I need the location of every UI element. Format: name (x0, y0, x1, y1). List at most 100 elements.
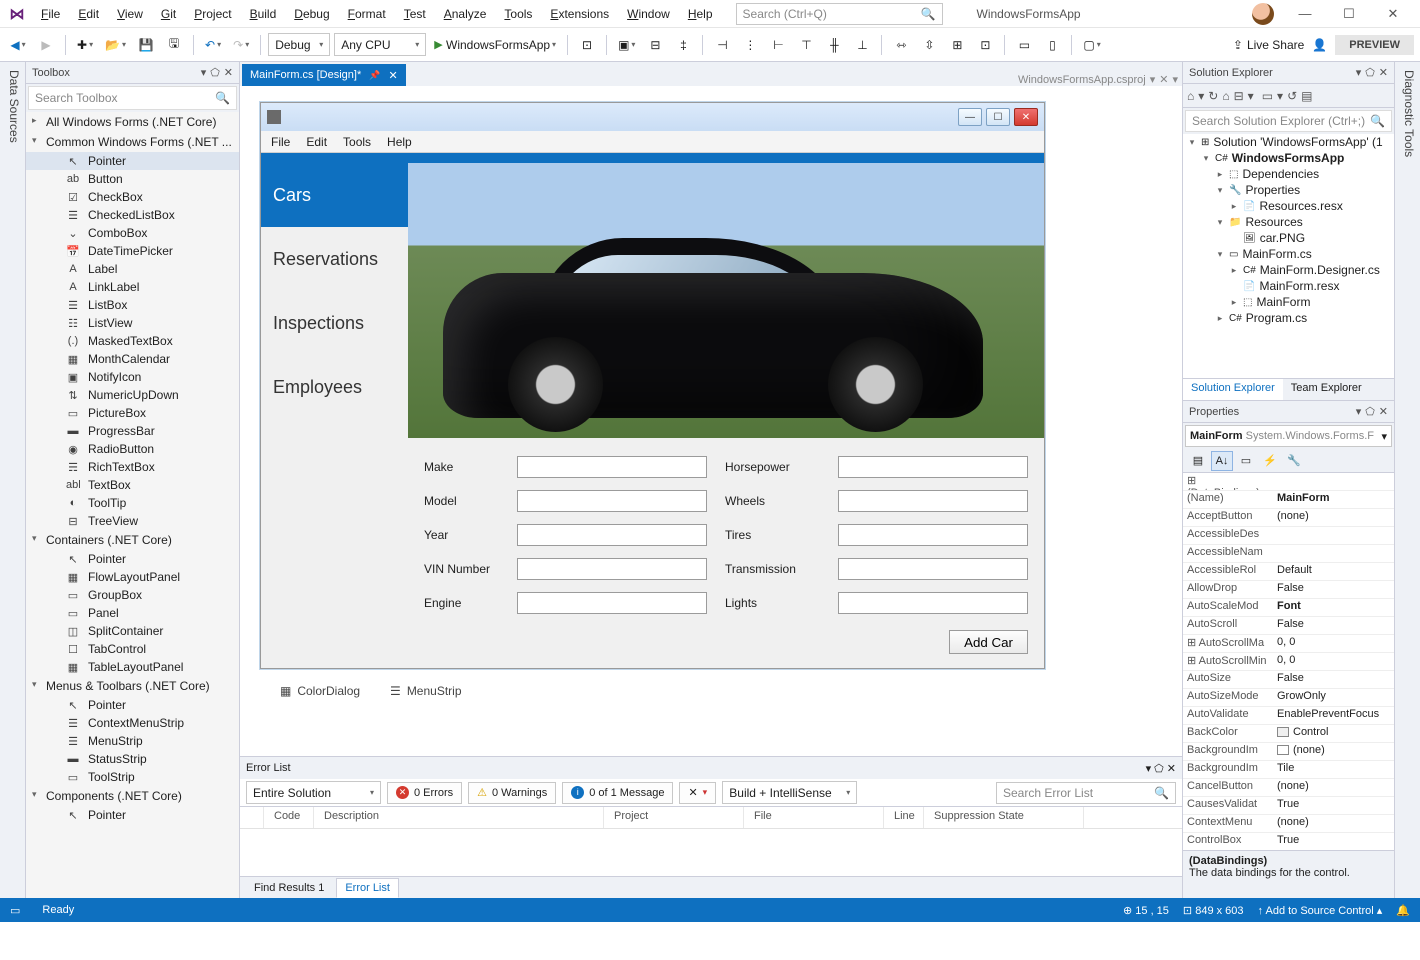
save-button[interactable]: 💾 (134, 33, 158, 57)
align-right-icon[interactable]: ⊢ (766, 33, 790, 57)
warnings-filter-button[interactable]: ⚠0 Warnings (468, 782, 556, 804)
nav-item[interactable]: Inspections (261, 291, 408, 355)
property-row[interactable]: AutoScaleModFont (1183, 599, 1394, 617)
toolbox-group[interactable]: Common Windows Forms (.NET ... (26, 132, 239, 152)
bottom-tab[interactable]: Find Results 1 (246, 879, 332, 897)
toolbox-item[interactable]: ablTextBox (26, 476, 239, 494)
menu-test[interactable]: Test (395, 4, 435, 24)
tray-item[interactable]: ▦ColorDialog (280, 684, 360, 698)
property-row[interactable]: AutoScrollFalse (1183, 617, 1394, 635)
dropdown-icon[interactable]: ▾ (1172, 73, 1178, 86)
solution-node[interactable]: ▸C#MainForm.Designer.cs (1183, 262, 1394, 278)
toolbox-item[interactable]: ALabel (26, 260, 239, 278)
toolbox-item[interactable]: ◐ToolTip (26, 494, 239, 512)
home-icon[interactable]: ⌂ (1187, 89, 1194, 103)
errors-filter-button[interactable]: ✕0 Errors (387, 782, 462, 804)
redo-button[interactable]: ↷ (229, 33, 253, 57)
events-icon[interactable]: ⚡ (1259, 451, 1281, 471)
designer-surface[interactable]: — ☐ ✕ FileEditToolsHelp CarsReservations… (240, 86, 1182, 756)
field-input[interactable] (838, 490, 1028, 512)
minimize-button[interactable]: — (1292, 3, 1318, 25)
pin-icon[interactable]: ⬠ (1365, 405, 1375, 418)
toolbox-item[interactable]: ☐TabControl (26, 640, 239, 658)
error-col-header[interactable]: Description (314, 807, 604, 828)
toolbox-item[interactable]: abButton (26, 170, 239, 188)
nav-item[interactable]: Cars (261, 163, 408, 227)
toolbox-item[interactable]: ↖Pointer (26, 152, 239, 170)
toolbox-item[interactable]: ▬StatusStrip (26, 750, 239, 768)
toolbox-group[interactable]: All Windows Forms (.NET Core) (26, 112, 239, 132)
solution-node[interactable]: ▸⬚MainForm (1183, 294, 1394, 310)
undo-button[interactable]: ↶ (201, 33, 225, 57)
close-icon[interactable]: ✕ (224, 66, 233, 79)
order-icon[interactable]: ▭ (1012, 33, 1036, 57)
collapse-icon[interactable]: ⊟ (1234, 89, 1244, 103)
field-input[interactable] (517, 558, 707, 580)
spacing-icon[interactable]: ⊞ (945, 33, 969, 57)
maximize-button[interactable]: ☐ (1336, 3, 1362, 25)
property-object-combo[interactable]: MainForm System.Windows.Forms.F▾ (1185, 425, 1392, 447)
toolbox-item[interactable]: ↖Pointer (26, 550, 239, 568)
add-car-button[interactable]: Add Car (949, 630, 1028, 654)
toolbox-item[interactable]: ▭ToolStrip (26, 768, 239, 786)
property-row[interactable]: ContextMenu(none) (1183, 815, 1394, 833)
menu-format[interactable]: Format (339, 4, 395, 24)
form-menu-item[interactable]: Tools (343, 135, 371, 149)
tool-icon[interactable]: ‡ (671, 33, 695, 57)
dropdown-icon[interactable]: ▾ (1356, 66, 1362, 79)
menu-extensions[interactable]: Extensions (541, 4, 618, 24)
toolbox-item[interactable]: ▦FlowLayoutPanel (26, 568, 239, 586)
scope-combo[interactable]: Entire Solution (246, 781, 381, 804)
toolbox-item[interactable]: ☰ListBox (26, 296, 239, 314)
menu-analyze[interactable]: Analyze (435, 4, 496, 24)
home-icon[interactable]: ⌂ (1222, 89, 1229, 103)
close-icon[interactable]: ✕ (1159, 73, 1168, 86)
close-icon[interactable]: ✕ (388, 69, 397, 82)
pin-icon[interactable]: ⬠ (1365, 66, 1375, 79)
live-share-button[interactable]: ⇪ Live Share (1233, 38, 1304, 52)
data-sources-tab[interactable]: Data Sources (0, 62, 26, 898)
tray-item[interactable]: ☰MenuStrip (390, 684, 461, 698)
source-control-button[interactable]: ↑ Add to Source Control ▴ (1258, 904, 1383, 917)
field-input[interactable] (838, 524, 1028, 546)
toolbox-search-input[interactable]: Search Toolbox🔍 (28, 86, 237, 110)
toolbox-item[interactable]: ▬ProgressBar (26, 422, 239, 440)
property-row[interactable]: AccessibleNam (1183, 545, 1394, 563)
error-col-header[interactable]: Suppression State (924, 807, 1084, 828)
toolbox-item[interactable]: ☰ContextMenuStrip (26, 714, 239, 732)
solution-node[interactable]: ▾📁Resources (1183, 214, 1394, 230)
categorized-icon[interactable]: ▤ (1187, 451, 1209, 471)
error-col-header[interactable]: Line (884, 807, 924, 828)
close-icon[interactable]: ✕ (1379, 405, 1388, 418)
toolbox-item[interactable]: ⊟TreeView (26, 512, 239, 530)
property-row[interactable]: ControlBoxTrue (1183, 833, 1394, 850)
solution-node[interactable]: 🖼car.PNG (1183, 230, 1394, 246)
property-row[interactable]: BackgroundIm(none) (1183, 743, 1394, 761)
quick-search-input[interactable]: Search (Ctrl+Q) 🔍 (736, 3, 943, 25)
solution-node[interactable]: ▸📄Resources.resx (1183, 198, 1394, 214)
build-combo[interactable]: Build + IntelliSense (722, 781, 857, 804)
properties-icon[interactable]: ▭ (1235, 451, 1257, 471)
form-menustrip[interactable]: FileEditToolsHelp (261, 131, 1044, 153)
error-search-input[interactable]: Search Error List🔍 (996, 782, 1176, 804)
property-row[interactable]: ⊞ (DataBindings) (1183, 473, 1394, 491)
solution-node[interactable]: ▾C#WindowsFormsApp (1183, 150, 1394, 166)
dropdown-icon[interactable]: ▾ (201, 66, 207, 79)
toolbox-item[interactable]: ▣NotifyIcon (26, 368, 239, 386)
close-icon[interactable]: ✕ (1379, 66, 1388, 79)
spacing-icon[interactable]: ⇿ (889, 33, 913, 57)
toolbox-item[interactable]: ⇅NumericUpDown (26, 386, 239, 404)
error-col-header[interactable]: File (744, 807, 884, 828)
menu-window[interactable]: Window (618, 4, 679, 24)
filter-button[interactable]: ✕▾ (679, 782, 716, 804)
error-col-header[interactable] (240, 807, 264, 828)
platform-combo[interactable]: Any CPU (334, 33, 426, 56)
wrench-icon[interactable]: 🔧 (1283, 451, 1305, 471)
form-menu-item[interactable]: Edit (306, 135, 327, 149)
user-avatar[interactable] (1252, 3, 1274, 25)
toolbox-item[interactable]: ☰CheckedListBox (26, 206, 239, 224)
pin-icon[interactable]: ⬠ (1154, 762, 1164, 775)
toolbox-item[interactable]: ALinkLabel (26, 278, 239, 296)
diagnostic-tools-tab[interactable]: Diagnostic Tools (1394, 62, 1420, 898)
open-button[interactable]: 📂 (101, 33, 130, 57)
